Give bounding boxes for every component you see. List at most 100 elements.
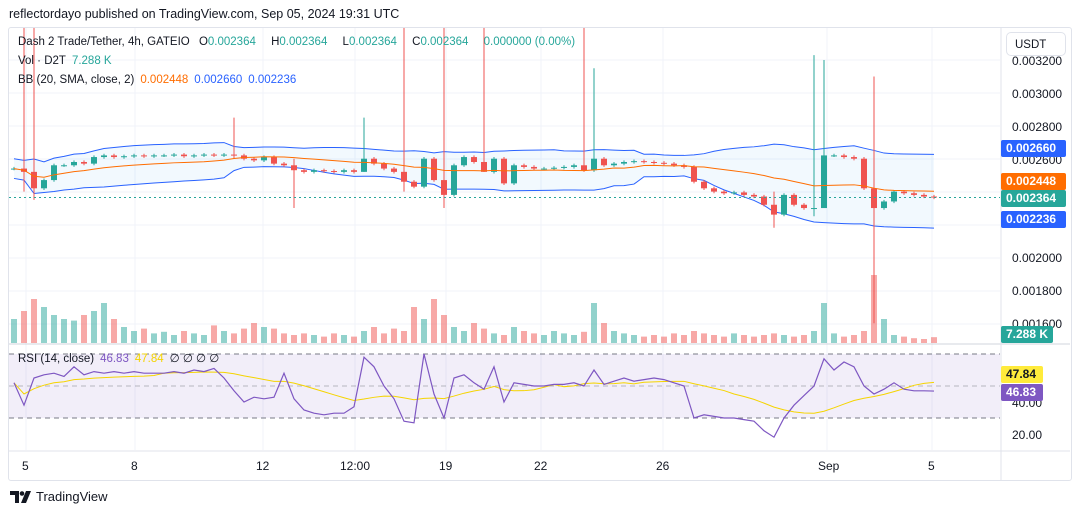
candle-body (81, 161, 87, 164)
volume-bar (821, 303, 827, 343)
candle-body (421, 158, 427, 187)
volume-bar (11, 319, 17, 343)
candle-body (211, 154, 217, 156)
candle-body (161, 155, 167, 157)
candle-body (231, 154, 237, 156)
volume-bar (81, 315, 87, 343)
volume-bar (631, 335, 637, 343)
volume-bar (361, 331, 367, 343)
volume-bar (831, 333, 837, 343)
candle-body (601, 158, 607, 166)
candle-body (31, 171, 37, 189)
x-tick: 5 (928, 459, 935, 473)
volume-bar (311, 335, 317, 343)
candle-body (911, 193, 917, 195)
x-tick: 8 (131, 459, 138, 473)
volume-bar (641, 336, 647, 343)
volume-bar (181, 331, 187, 343)
symbol-title[interactable]: Dash 2 Trade/Tether, 4h, GATEIO (18, 36, 190, 48)
volume-bar (191, 333, 197, 343)
volume-bar (161, 331, 167, 343)
volume-bar (711, 335, 717, 343)
candle-body (621, 161, 627, 164)
volume-bar (731, 333, 737, 343)
volume-bar (141, 328, 147, 343)
x-tick: 12:00 (340, 459, 371, 473)
volume-bar (911, 338, 917, 343)
candle-body (151, 155, 157, 157)
candle-body (631, 161, 637, 163)
rsi-tick: 20.00 (1012, 428, 1043, 442)
volume-bar (611, 331, 617, 343)
candle-body (321, 170, 327, 172)
volume-bar (561, 333, 567, 343)
candle-body (861, 158, 867, 189)
volume-bar (491, 333, 497, 343)
candle-body (261, 157, 267, 161)
rsi-ma-tag: 47.84 (1001, 366, 1043, 383)
candle-body (71, 161, 77, 166)
volume-bar (761, 335, 767, 343)
candle-body (811, 208, 817, 210)
volume-bar (231, 333, 237, 343)
tradingview-logo-icon (10, 490, 31, 503)
volume-bar (211, 325, 217, 343)
volume-bar (21, 311, 27, 343)
candle-body (441, 180, 447, 195)
volume-bar (881, 319, 887, 343)
candle-body (521, 165, 527, 167)
currency-button[interactable]: USDT (1006, 32, 1066, 56)
candle-body (751, 194, 757, 197)
volume-bar (201, 335, 207, 343)
brand-name: TradingView (36, 489, 108, 504)
candle-body (581, 165, 587, 171)
volume-bar (531, 333, 537, 343)
candle-body (201, 154, 207, 156)
candle-body (101, 155, 107, 158)
volume-bar (501, 335, 507, 343)
volume-bar (681, 335, 687, 343)
candle-body (251, 158, 257, 161)
volume-bar (371, 327, 377, 343)
candle-body (531, 166, 537, 169)
volume-bar (111, 319, 117, 343)
candle-body (611, 163, 617, 166)
candle-body (551, 167, 557, 169)
rsi-legend[interactable]: RSI (14, close) 46.83 47.84 ∅ ∅ ∅ ∅ (18, 351, 225, 365)
volume-legend[interactable]: Vol · D2T 7.288 K (18, 55, 118, 67)
volume-bar (391, 328, 397, 343)
volume-bar (91, 311, 97, 343)
price-tick: 0.002000 (1012, 251, 1063, 265)
candle-body (831, 155, 837, 157)
volume-bar (791, 336, 797, 343)
candle-body (111, 155, 117, 158)
volume-bar (651, 335, 657, 343)
x-tick: 19 (439, 459, 453, 473)
candle-body (51, 165, 57, 181)
volume-bar (401, 331, 407, 343)
candle-body (921, 194, 927, 197)
candle-body (741, 192, 747, 195)
volume-bar (801, 335, 807, 343)
bb-legend[interactable]: BB (20, SMA, close, 2) 0.002448 0.002660 0.… (18, 74, 302, 86)
price-tick: 0.001800 (1012, 284, 1063, 298)
candle-body (131, 155, 137, 157)
volume-bar (841, 336, 847, 343)
x-tick: 22 (534, 459, 548, 473)
volume-bar (411, 307, 417, 343)
candle-body (471, 157, 477, 162)
volume-bar (621, 333, 627, 343)
volume-bar (421, 319, 427, 343)
volume-bar (281, 333, 287, 343)
candle-body (291, 165, 297, 171)
volume-bar (581, 331, 587, 343)
tradingview-logo[interactable]: TradingView (10, 489, 108, 504)
candle-body (451, 165, 457, 195)
candle-body (511, 165, 517, 184)
candle-body (891, 191, 897, 202)
candle-body (711, 188, 717, 192)
volume-bar (151, 333, 157, 343)
change-value: 0.000000 (0.00%) (483, 36, 576, 48)
bb-upper-tag: 0.002660 (1001, 140, 1066, 157)
candle-body (121, 156, 127, 158)
